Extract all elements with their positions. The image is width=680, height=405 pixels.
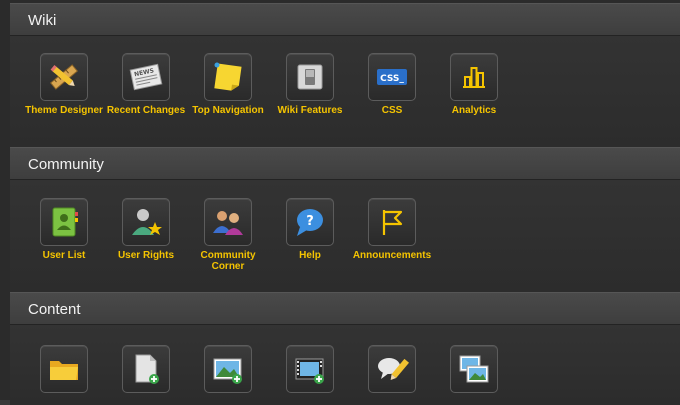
tile-label: User Rights [117,250,175,261]
folder-icon [50,361,78,380]
css-badge-text: CSS_ [380,74,404,84]
flag-icon [382,210,403,235]
user-list-button[interactable] [40,198,88,246]
users-icon [213,211,243,235]
bar-chart-icon [463,67,485,88]
help-badge-text: ? [306,214,314,229]
new-page-button[interactable] [122,345,170,393]
help-bubble-icon: ? [297,209,323,236]
tile-label: Community Corner [200,250,256,272]
folder-button[interactable] [40,345,88,393]
wiki-features-button[interactable] [286,53,334,101]
add-image-icon [213,358,242,384]
tile-new-page[interactable] [105,345,187,393]
sticky-note-icon [214,62,242,91]
tile-label: CSS [381,105,403,116]
tile-folder[interactable] [23,345,105,393]
tile-css[interactable]: CSS_ CSS [351,53,433,116]
tile-label: Wiki Features [277,105,343,116]
add-video-button[interactable] [286,345,334,393]
tile-theme-designer[interactable]: Theme Designer [23,53,105,116]
admin-dashboard: Wiki Theme Designer NEWS Recent Changes … [0,0,680,405]
tile-label: Analytics [451,105,497,116]
section-header-content: Content [10,292,680,325]
tile-add-video[interactable] [269,345,351,393]
newspaper-icon: NEWS [129,63,163,91]
top-navigation-button[interactable] [204,53,252,101]
tile-label: Theme Designer [25,105,103,116]
analytics-button[interactable] [450,53,498,101]
announcements-button[interactable] [368,198,416,246]
tile-analytics[interactable]: Analytics [433,53,515,116]
address-book-icon [52,207,78,237]
tile-user-rights[interactable]: User Rights [105,198,187,261]
tile-top-navigation[interactable]: Top Navigation [187,53,269,116]
tile-label: Recent Changes [106,105,186,116]
user-rights-button[interactable] [122,198,170,246]
add-video-icon [295,358,324,384]
tile-label: User List [42,250,86,261]
tile-announcements[interactable]: Announcements [351,198,433,261]
css-button[interactable]: CSS_ [368,53,416,101]
section-community: Community User List User Rights Communit… [10,147,680,292]
section-content: Content [10,292,680,405]
tile-label: Announcements [352,250,432,261]
recent-changes-button[interactable]: NEWS [122,53,170,101]
user-star-icon [132,209,162,235]
edit-comment-button[interactable] [368,345,416,393]
section-body-wiki: Theme Designer NEWS Recent Changes Top N… [10,36,680,148]
tile-community-corner[interactable]: Community Corner [187,198,269,272]
tile-edit-comment[interactable] [351,345,433,393]
section-body-content [10,325,680,405]
add-image-button[interactable] [204,345,252,393]
edit-comment-icon [378,358,409,380]
photo-gallery-icon [459,355,489,383]
theme-designer-button[interactable] [40,53,88,101]
tile-add-image[interactable] [187,345,269,393]
tile-wiki-features[interactable]: Wiki Features [269,53,351,116]
toggle-switch-icon [297,64,323,90]
community-corner-button[interactable] [204,198,252,246]
tile-recent-changes[interactable]: NEWS Recent Changes [105,53,187,116]
tile-photo-gallery[interactable] [433,345,515,393]
tile-help[interactable]: ? Help [269,198,351,261]
theme-designer-icon [49,64,79,90]
new-page-icon [135,354,159,384]
tile-user-list[interactable]: User List [23,198,105,261]
section-header-wiki: Wiki [10,3,680,36]
tile-label: Top Navigation [192,105,264,116]
section-header-community: Community [10,147,680,180]
help-button[interactable]: ? [286,198,334,246]
tile-label: Help [299,250,321,261]
section-body-community: User List User Rights Community Corner ?… [10,180,680,292]
css-icon: CSS_ [377,69,407,85]
photo-gallery-button[interactable] [450,345,498,393]
section-wiki: Wiki Theme Designer NEWS Recent Changes … [10,3,680,148]
